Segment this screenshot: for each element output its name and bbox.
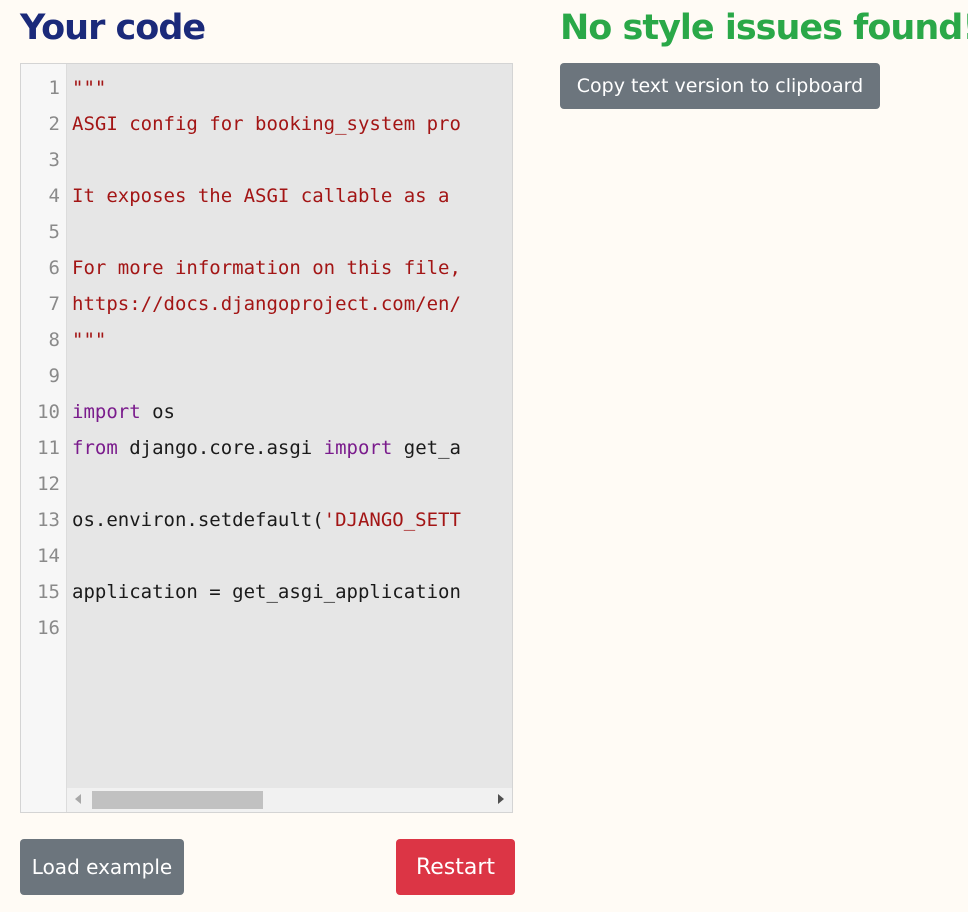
code-line[interactable]: 15 application = get_asgi_application [21,574,512,610]
line-number: 15 [37,581,60,603]
code-line[interactable]: 1 """ [21,70,512,106]
code-text: """ [72,322,106,358]
line-number: 6 [48,257,60,279]
line-number: 4 [48,185,60,207]
copy-to-clipboard-button[interactable]: Copy text version to clipboard [560,63,880,109]
line-number: 7 [48,293,60,315]
code-string: It exposes the ASGI callable as a [72,185,461,207]
line-number: 9 [48,365,60,387]
code-token: get_a [392,437,461,459]
code-line[interactable]: 11 from django.core.asgi import get_a [21,430,512,466]
line-number: 13 [37,509,60,531]
code-line[interactable]: 13 os.environ.setdefault('DJANGO_SETT [21,502,512,538]
code-line[interactable]: 2 ASGI config for booking_system pro [21,106,512,142]
code-line[interactable]: 3 [21,142,512,178]
code-string: For more information on this file, [72,257,461,279]
line-number: 14 [37,545,60,567]
horizontal-scrollbar[interactable] [67,788,512,812]
line-number: 5 [48,221,60,243]
code-text: os.environ.setdefault('DJANGO_SETT [72,502,461,538]
line-number: 8 [48,329,60,351]
scroll-right-arrow-icon[interactable] [498,794,504,804]
code-text: import os [72,394,175,430]
line-number: 3 [48,149,60,171]
code-string: 'DJANGO_SETT [323,509,461,531]
code-text: from django.core.asgi import get_a [72,430,461,466]
code-text: """ [72,70,106,106]
line-number: 12 [37,473,60,495]
code-line[interactable]: 12 [21,466,512,502]
restart-button[interactable]: Restart [396,839,515,895]
code-editor[interactable]: 1 """ 2 ASGI config for booking_system pro 3… [20,63,513,813]
code-string: https://docs.djangoproject.com/en/ [72,293,461,315]
line-number: 1 [48,77,60,99]
code-token: os [140,401,175,423]
code-line[interactable]: 8 """ [21,322,512,358]
code-text: ASGI config for booking_system pro [72,106,461,142]
code-keyword: import [323,437,393,459]
code-line[interactable]: 5 [21,214,512,250]
code-text: https://docs.djangoproject.com/en/ [72,286,461,322]
no-style-issues-heading: No style issues found! [560,8,968,48]
code-lines[interactable]: 1 """ 2 ASGI config for booking_system pro 3… [21,70,512,646]
scroll-left-arrow-icon[interactable] [75,794,81,804]
line-number: 11 [37,437,60,459]
code-text: application = get_asgi_application [72,574,461,610]
code-text: It exposes the ASGI callable as a [72,178,461,214]
line-number: 10 [37,401,60,423]
code-line[interactable]: 6 For more information on this file, [21,250,512,286]
code-string: """ [72,77,107,99]
code-text: For more information on this file, [72,250,461,286]
scrollbar-thumb[interactable] [92,791,263,809]
code-line[interactable]: 16 [21,610,512,646]
code-line[interactable]: 7 https://docs.djangoproject.com/en/ [21,286,512,322]
code-keyword: from [72,437,118,459]
your-code-heading: Your code [20,8,206,48]
code-token: application = get_asgi_application [72,581,461,603]
line-number: 16 [37,617,60,639]
code-line[interactable]: 14 [21,538,512,574]
code-keyword: import [72,401,141,423]
code-token: os.environ.setdefault( [72,509,324,531]
line-number: 2 [48,113,60,135]
code-string: ASGI config for booking_system pro [72,113,461,135]
load-example-button[interactable]: Load example [20,839,184,895]
code-string: """ [72,329,107,351]
code-token: django.core.asgi [117,437,324,459]
code-line[interactable]: 9 [21,358,512,394]
code-line[interactable]: 4 It exposes the ASGI callable as a [21,178,512,214]
code-line[interactable]: 10 import os [21,394,512,430]
